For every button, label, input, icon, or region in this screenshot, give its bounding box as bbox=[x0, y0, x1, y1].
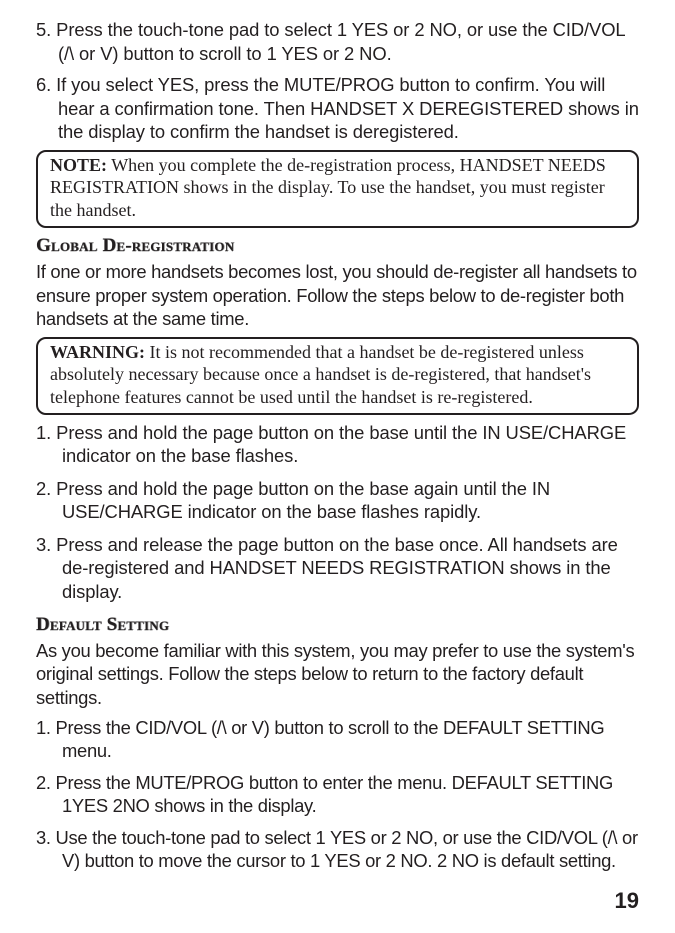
default-setting-heading: Default Setting bbox=[36, 613, 639, 637]
note-box: NOTE: When you complete the de-registrat… bbox=[36, 150, 639, 228]
warning-label: WARNING: bbox=[50, 342, 145, 362]
note-label: NOTE: bbox=[50, 155, 107, 175]
step-5: 5. Press the touch-tone pad to select 1 … bbox=[36, 18, 639, 65]
warning-box: WARNING: It is not recommended that a ha… bbox=[36, 337, 639, 415]
default-step-1: 1. Press the CID/VOL (/\ or V) button to… bbox=[36, 716, 639, 763]
default-setting-steps: 1. Press the CID/VOL (/\ or V) button to… bbox=[36, 716, 639, 873]
step-6-text: 6. If you select YES, press the MUTE/PRO… bbox=[36, 74, 639, 142]
global-dereg-steps: 1. Press and hold the page button on the… bbox=[36, 421, 639, 604]
default-step-3: 3. Use the touch-tone pad to select 1 YE… bbox=[36, 826, 639, 873]
global-step-1: 1. Press and hold the page button on the… bbox=[36, 421, 639, 468]
global-step-2: 2. Press and hold the page button on the… bbox=[36, 477, 639, 524]
step-6: 6. If you select YES, press the MUTE/PRO… bbox=[36, 73, 639, 144]
global-step-3: 3. Press and release the page button on … bbox=[36, 533, 639, 604]
note-text: When you complete the de-registration pr… bbox=[50, 155, 606, 220]
global-dereg-heading: Global De-registration bbox=[36, 234, 639, 258]
default-setting-intro: As you become familiar with this system,… bbox=[36, 639, 639, 710]
page-number: 19 bbox=[615, 887, 639, 915]
default-step-2: 2. Press the MUTE/PROG button to enter t… bbox=[36, 771, 639, 818]
global-dereg-intro: If one or more handsets becomes lost, yo… bbox=[36, 260, 639, 331]
step-5-text: 5. Press the touch-tone pad to select 1 … bbox=[36, 19, 625, 64]
